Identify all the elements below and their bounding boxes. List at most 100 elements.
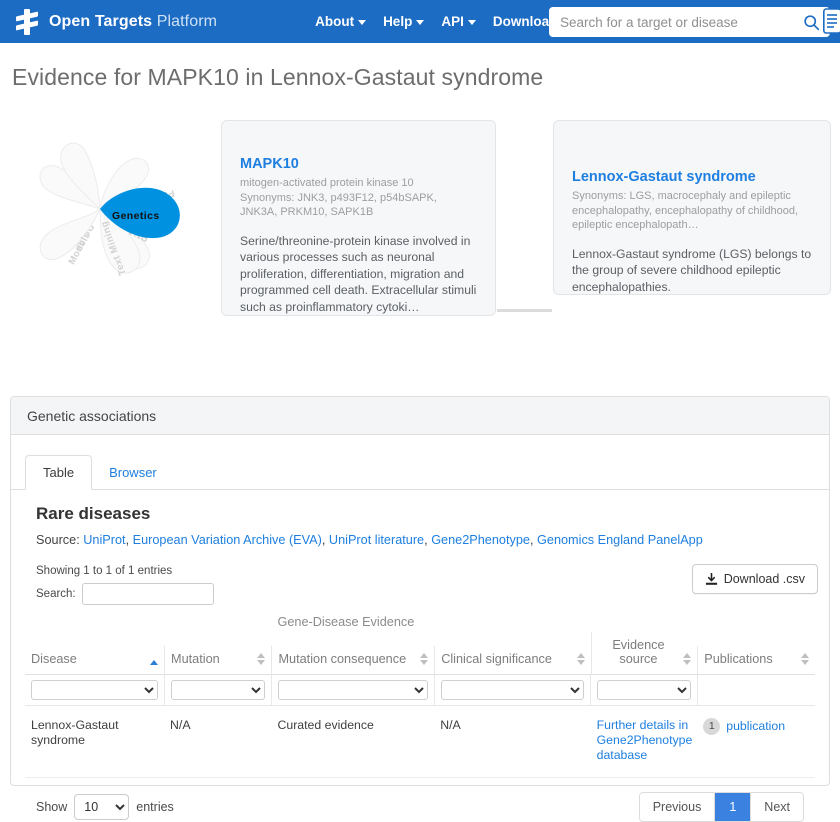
source-link-eva[interactable]: European Variation Archive (EVA) [133, 533, 322, 547]
download-icon [705, 573, 718, 586]
filter-cell-disease [25, 675, 164, 706]
page-title: Evidence for MAPK10 in Lennox-Gastaut sy… [12, 64, 840, 91]
association-summary: Somatic Drugs Pathways RNA Text Mining M… [0, 119, 840, 369]
menu-icon[interactable] [823, 8, 840, 34]
disease-card-description: Lennox-Gastaut syndrome (LGS) belongs to… [572, 246, 812, 296]
pagination-next[interactable]: Next [751, 793, 803, 821]
disease-card-synonyms: Synonyms: LGS, macrocephaly and epilepti… [572, 189, 812, 233]
column-label-mutation: Mutation [171, 652, 220, 666]
pagination-page-1[interactable]: 1 [714, 793, 751, 821]
tab-bar: Table Browser [11, 435, 829, 490]
sort-indicator[interactable] [257, 653, 265, 665]
column-label-publications: Publications [704, 652, 772, 666]
download-csv-label: Download .csv [724, 572, 805, 586]
target-card-title[interactable]: MAPK10 [240, 156, 477, 172]
show-label: Show [36, 800, 67, 814]
column-label-clinical-significance: Clinical significance [441, 652, 552, 666]
table-filter-row [25, 675, 815, 706]
column-header-publications[interactable]: Publications [697, 632, 815, 675]
nav-label-api: API [441, 14, 464, 29]
source-line: Source: UniProt, European Variation Arch… [36, 533, 815, 547]
source-label: Source: [36, 533, 83, 547]
source-link-uniprot[interactable]: UniProt [83, 533, 125, 547]
evidence-source-link[interactable]: Further details in Gene2Phenotype databa… [597, 718, 693, 762]
genetic-associations-panel: Genetic associations Table Browser Rare … [10, 396, 830, 786]
entries-label: entries [136, 800, 174, 814]
filter-select-mutation-consequence[interactable] [278, 680, 428, 700]
nav-label-help: Help [383, 14, 412, 29]
cell-publications: 1 publication [697, 706, 815, 778]
panel-heading: Genetic associations [11, 397, 829, 435]
panel-body: Rare diseases Source: UniProt, European … [11, 504, 829, 822]
card-connector-line [497, 309, 552, 312]
cell-disease: Lennox-Gastaut syndrome [25, 706, 164, 778]
cell-evidence-source: Further details in Gene2Phenotype databa… [591, 706, 698, 778]
filter-select-mutation[interactable] [171, 680, 265, 700]
petal-label-genetics: Genetics [112, 210, 160, 222]
sort-indicator[interactable] [420, 653, 428, 665]
pagination-previous[interactable]: Previous [640, 793, 715, 821]
filter-select-disease[interactable] [31, 680, 158, 700]
target-card: MAPK10 mitogen-activated protein kinase … [221, 120, 496, 316]
group-header-gene-disease-evidence: Gene-Disease Evidence [271, 615, 697, 632]
filter-select-evidence-source[interactable] [597, 680, 691, 700]
tab-table[interactable]: Table [25, 455, 92, 490]
logo[interactable]: Open Targets Platform [14, 8, 217, 36]
global-search [549, 7, 830, 37]
column-header-clinical-significance[interactable]: Clinical significance [434, 632, 590, 675]
table-search-input[interactable] [82, 583, 214, 605]
sort-indicator[interactable] [577, 653, 585, 665]
target-card-description: Serine/threonine-protein kinase involved… [240, 233, 477, 316]
chevron-down-icon [468, 20, 476, 25]
table-search-label: Search: [36, 588, 76, 600]
target-card-subtitle: mitogen-activated protein kinase 10 [240, 176, 477, 191]
filter-select-clinical-significance[interactable] [441, 680, 584, 700]
table-footer: Show 10 entries Previous 1 Next [25, 778, 815, 822]
filter-cell-publications [697, 675, 815, 706]
chevron-down-icon [416, 20, 424, 25]
nav-item-help[interactable]: Help [383, 14, 424, 29]
evidence-table: Gene-Disease Evidence Disease Mutation [25, 615, 815, 778]
column-label-disease: Disease [31, 652, 77, 666]
table-header-row: Disease Mutation Mutation consequence [25, 632, 815, 675]
filter-cell-clinical-significance [434, 675, 590, 706]
logo-text-bold: Open Targets [49, 13, 152, 30]
column-header-mutation[interactable]: Mutation [164, 632, 271, 675]
site-header: Open Targets Platform About Help API Dow… [0, 0, 840, 43]
source-link-genomics-england-panelapp[interactable]: Genomics England PanelApp [537, 533, 703, 547]
filter-cell-evidence-source [591, 675, 698, 706]
source-link-uniprot-literature[interactable]: UniProt literature [329, 533, 424, 547]
cell-clinical-significance: N/A [434, 706, 590, 778]
column-header-mutation-consequence[interactable]: Mutation consequence [271, 632, 434, 675]
disease-card-title[interactable]: Lennox-Gastaut syndrome [572, 169, 812, 185]
disease-card: Lennox-Gastaut syndrome Synonyms: LGS, m… [553, 120, 831, 295]
open-targets-logo-icon [14, 8, 40, 36]
column-label-evidence-source: Evidence source [598, 638, 680, 666]
pagination: Previous 1 Next [639, 792, 804, 822]
section-title: Rare diseases [36, 504, 815, 524]
sort-indicator[interactable] [801, 653, 809, 665]
nav-item-about[interactable]: About [315, 14, 366, 29]
sort-indicator[interactable] [683, 653, 691, 665]
cell-mutation: N/A [164, 706, 271, 778]
nav-item-api[interactable]: API [441, 14, 476, 29]
target-card-synonyms: Synonyms: JNK3, p493F12, p54bSAPK, JNK3A… [240, 191, 477, 220]
filter-cell-mutation [164, 675, 271, 706]
chevron-down-icon [358, 20, 366, 25]
logo-text: Open Targets Platform [49, 13, 217, 31]
column-label-mutation-consequence: Mutation consequence [278, 652, 406, 666]
publications-link[interactable]: publication [726, 719, 785, 733]
sort-indicator-ascending[interactable] [150, 660, 158, 665]
source-link-gene2phenotype[interactable]: Gene2Phenotype [431, 533, 530, 547]
table-row: Lennox-Gastaut syndrome N/A Curated evid… [25, 706, 815, 778]
tab-browser[interactable]: Browser [92, 455, 174, 490]
column-header-disease[interactable]: Disease [25, 632, 164, 675]
publications-count-badge: 1 [703, 718, 720, 735]
search-input[interactable] [549, 15, 799, 30]
nav-label-about: About [315, 14, 354, 29]
download-csv-button[interactable]: Download .csv [692, 564, 818, 594]
column-header-evidence-source[interactable]: Evidence source [591, 632, 698, 675]
logo-text-light: Platform [157, 13, 217, 30]
cell-mutation-consequence: Curated evidence [271, 706, 434, 778]
evidence-flower-chart: Somatic Drugs Pathways RNA Text Mining M… [8, 126, 203, 286]
